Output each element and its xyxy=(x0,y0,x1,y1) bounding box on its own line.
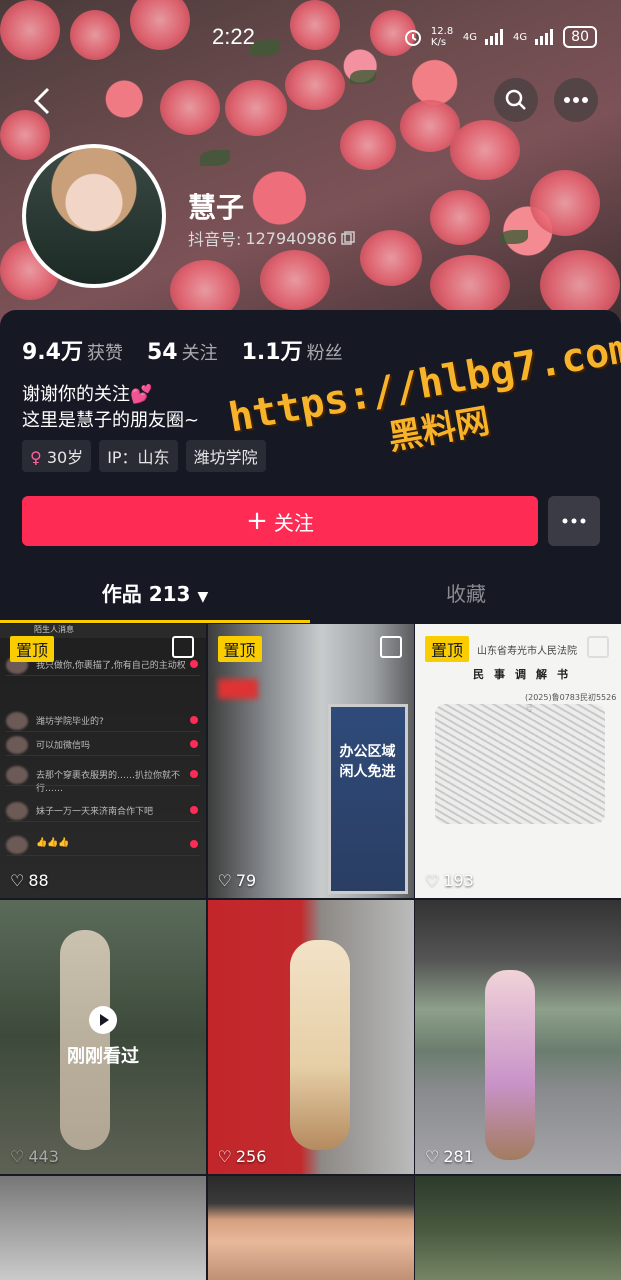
post-thumbnail[interactable]: 刚刚看过 ♡ 443 xyxy=(0,899,206,1174)
more-horizontal-icon xyxy=(564,97,588,103)
profile-name: 慧子 xyxy=(188,191,245,224)
office-door xyxy=(327,704,408,894)
heart-icon: ♡ xyxy=(10,1146,25,1166)
tag-school[interactable]: 潍坊学院 xyxy=(185,440,266,472)
profile-bio: 谢谢你的关注💕 这里是慧子的朋友圈~ xyxy=(22,382,199,434)
tab-works[interactable]: 作品 213 ▼ xyxy=(0,578,310,607)
battery-indicator: 80 xyxy=(563,26,597,48)
post-thumbnail[interactable]: ♡ 256 xyxy=(207,899,414,1174)
tab-favorites[interactable]: 收藏 xyxy=(311,578,621,607)
redacted-text xyxy=(435,704,605,824)
door-sign: 办公区域 闲人免进 xyxy=(339,744,396,780)
more-horizontal-icon xyxy=(562,518,586,524)
search-icon xyxy=(505,89,526,110)
pinned-badge: 置顶 xyxy=(217,636,262,662)
pinned-badge: 置顶 xyxy=(425,636,470,662)
heart-icon: ♡ xyxy=(217,871,232,890)
multi-image-icon xyxy=(379,636,402,658)
posts-grid-row xyxy=(0,1176,621,1280)
avatar[interactable] xyxy=(22,144,166,288)
profile-tags: ♀ 30岁 IP：山东 潍坊学院 xyxy=(22,440,266,472)
follow-label: 关注 xyxy=(273,510,314,535)
alarm-icon xyxy=(404,30,421,46)
signal-2: 4G xyxy=(513,31,528,43)
multi-image-icon xyxy=(587,636,609,658)
pinned-badge: 置顶 xyxy=(10,636,55,662)
signal-bars-icon-2 xyxy=(535,29,554,45)
tab-indicator xyxy=(0,620,310,623)
douyin-id[interactable]: 抖音号: 127940986 xyxy=(188,226,355,250)
post-thumbnail[interactable] xyxy=(0,1176,206,1280)
back-button[interactable] xyxy=(30,86,58,116)
court-name: 山东省寿光市人民法院 xyxy=(477,646,577,657)
posts-grid: 陌生人消息 我只做你,你裹描了,你有自己的主动权 潍坊学院毕业的? 可以加微信吗… xyxy=(0,624,621,1174)
chat-row: 潍坊学院毕业的? xyxy=(6,710,200,732)
tag-ip: IP：山东 xyxy=(99,440,178,472)
red-light xyxy=(217,679,258,699)
post-thumbnail[interactable]: 山东省寿光市人民法院 民事调解书 (2025)鲁0783民初5526号 置顶 ♡… xyxy=(415,624,621,898)
status-time: 2:22 xyxy=(212,24,255,49)
caret-down-icon: ▼ xyxy=(197,589,209,605)
chat-row: 妹子一万一天来济南合作下吧 xyxy=(6,800,200,822)
heart-icon: ♡ xyxy=(425,1146,440,1166)
recently-watched: 刚刚看过 xyxy=(0,1005,206,1068)
post-thumbnail[interactable]: ♡ 281 xyxy=(415,899,621,1174)
heart-icon: ♡ xyxy=(217,1146,232,1166)
bio-line-1: 谢谢你的关注💕 xyxy=(22,384,153,405)
chat-row: 可以加微信吗 xyxy=(6,734,200,756)
plus-icon: + xyxy=(246,506,268,536)
post-thumbnail[interactable]: 办公区域 闲人免进 置顶 ♡ 79 xyxy=(207,624,414,898)
chat-row: 👍👍👍 xyxy=(6,834,200,856)
follow-button[interactable]: + 关注 xyxy=(22,496,538,546)
heart-icon: ♡ xyxy=(10,871,25,890)
post-thumbnail[interactable] xyxy=(415,1176,621,1280)
post-likes: ♡ 79 xyxy=(217,871,257,890)
search-button[interactable] xyxy=(494,78,538,122)
profile-stats: 9.4万 获赞 54 关注 1.1万 粉丝 xyxy=(22,334,343,366)
more-actions-button[interactable] xyxy=(548,496,600,546)
signal-bars-icon xyxy=(485,29,504,45)
stat-likes[interactable]: 9.4万 获赞 xyxy=(22,334,123,366)
chat-row: 去那个穿裹衣服男的……扒拉你就不行…… xyxy=(6,764,200,794)
stat-following[interactable]: 54 关注 xyxy=(147,339,218,365)
post-likes: ♡ 256 xyxy=(217,1146,267,1166)
multi-image-icon xyxy=(172,636,194,658)
post-likes: ♡ 281 xyxy=(425,1146,474,1166)
chevron-left-icon xyxy=(33,87,50,115)
post-thumbnail[interactable]: 陌生人消息 我只做你,你裹描了,你有自己的主动权 潍坊学院毕业的? 可以加微信吗… xyxy=(0,624,206,898)
post-likes: ♡ 193 xyxy=(425,871,474,890)
signal-1: 4G xyxy=(462,31,478,43)
copy-icon[interactable] xyxy=(341,231,355,245)
female-icon: ♀ xyxy=(30,448,42,467)
bio-line-2: 这里是慧子的朋友圈~ xyxy=(22,410,200,431)
douyin-id-label: 抖音号: xyxy=(188,230,242,249)
douyin-id-value: 127940986 xyxy=(245,228,338,248)
profile-tabs: 作品 213 ▼ 收藏 xyxy=(0,578,621,623)
post-likes: ♡ 443 xyxy=(10,1146,59,1166)
heart-icon: ♡ xyxy=(425,871,440,890)
tag-age: ♀ 30岁 xyxy=(22,440,92,472)
person-figure xyxy=(289,939,350,1150)
stat-followers[interactable]: 1.1万 粉丝 xyxy=(242,334,343,366)
status-bar: 2:22 12.8 K/s 4G 4G 80 xyxy=(0,22,621,52)
play-icon xyxy=(89,1005,117,1034)
post-thumbnail[interactable] xyxy=(207,1176,414,1280)
more-options-button[interactable] xyxy=(554,78,598,122)
post-likes: ♡ 88 xyxy=(10,871,49,890)
net-speed: 12.8 K/s xyxy=(430,26,454,48)
document-title: 民事调解书 xyxy=(473,668,578,681)
person-figure xyxy=(485,969,535,1160)
